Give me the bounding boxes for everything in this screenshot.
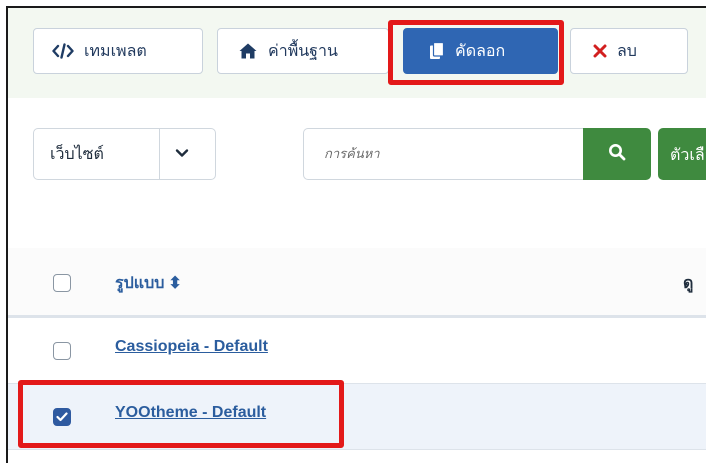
- filter-bar: เว็บไซต์ ตัวเลือก: [8, 98, 706, 248]
- sort-by-style[interactable]: รูปแบบ ⬍: [115, 271, 182, 296]
- style-link[interactable]: Cassiopeia - Default: [115, 338, 268, 356]
- copy-icon: [429, 42, 445, 60]
- toolbar: เทมเพลต ค่าพื้นฐาน คัดลอก ลบ: [8, 8, 706, 98]
- table-row: YOOtheme - Default: [8, 384, 706, 450]
- options-button[interactable]: ตัวเลือก: [658, 128, 706, 180]
- row-checkbox[interactable]: [53, 342, 71, 360]
- sort-icon: ⬍: [168, 275, 182, 292]
- scope-select[interactable]: เว็บไซต์: [33, 128, 216, 180]
- styles-table: รูปแบบ ⬍ ดู Cassiopeia - Default YOOtheme…: [8, 248, 706, 450]
- template-button[interactable]: เทมเพลต: [33, 28, 203, 74]
- check-icon: [56, 412, 68, 422]
- code-icon: [52, 43, 74, 59]
- header-view-label: ดู: [683, 273, 694, 292]
- select-divider: [159, 129, 160, 179]
- default-button[interactable]: ค่าพื้นฐาน: [217, 28, 389, 74]
- search-button[interactable]: [583, 128, 651, 180]
- scope-select-value: เว็บไซต์: [50, 144, 104, 163]
- default-label: ค่าพื้นฐาน: [268, 40, 338, 60]
- table-row: Cassiopeia - Default: [8, 318, 706, 384]
- table-header: รูปแบบ ⬍ ดู: [8, 248, 706, 318]
- chevron-down-icon: [174, 145, 190, 165]
- screen: เทมเพลต ค่าพื้นฐาน คัดลอก ลบ เว็บไซต์ กา…: [6, 6, 706, 463]
- row-checkbox[interactable]: [53, 408, 71, 426]
- style-link[interactable]: YOOtheme - Default: [115, 404, 266, 422]
- template-label: เทมเพลต: [84, 40, 147, 60]
- header-style-label: รูปแบบ: [115, 275, 165, 292]
- options-label: ตัวเลือก: [670, 145, 706, 164]
- search-icon: [608, 143, 626, 165]
- select-all-checkbox[interactable]: [53, 274, 71, 292]
- delete-label: ลบ: [617, 40, 637, 60]
- copy-label: คัดลอก: [455, 40, 506, 60]
- home-icon: [238, 42, 258, 60]
- search-field[interactable]: [303, 128, 583, 180]
- close-icon: [593, 44, 607, 58]
- delete-button[interactable]: ลบ: [570, 28, 688, 74]
- search-input[interactable]: [304, 129, 564, 179]
- copy-button[interactable]: คัดลอก: [403, 28, 558, 74]
